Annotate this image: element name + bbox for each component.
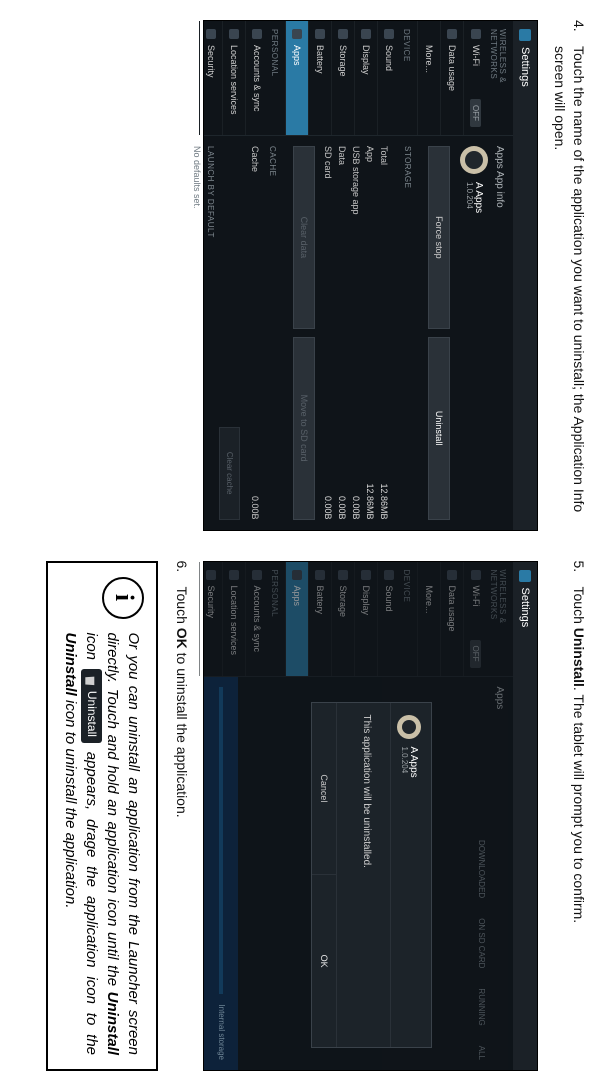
- uninstall-dialog: A Apps 1.0.204 This application will be …: [311, 702, 432, 1049]
- app-name: A Apps 1.0.204: [464, 182, 484, 213]
- tab-downloaded[interactable]: DOWNLOADED: [477, 840, 486, 898]
- sidebar-category: WIRELESS & NETWORKS: [487, 21, 513, 135]
- uninstall-button[interactable]: Uninstall: [428, 337, 450, 520]
- window-title-bar: Settings: [513, 562, 537, 1071]
- clear-data-button[interactable]: Clear data: [293, 146, 315, 329]
- battery-icon: [315, 570, 325, 580]
- location-icon: [229, 29, 239, 39]
- sidebar-item-wifi[interactable]: Wi-FiOFF: [463, 21, 487, 135]
- breadcrumb: Apps App info: [488, 146, 507, 520]
- step-5: 5. Touch Uninstall. The tablet will prom…: [569, 561, 588, 1072]
- data-icon: [447, 29, 457, 39]
- storage-icon: [338, 570, 348, 580]
- tab-running[interactable]: RUNNING: [477, 988, 486, 1025]
- sidebar-item-data-usage[interactable]: Data usage: [440, 21, 463, 135]
- wifi-icon: [471, 570, 481, 580]
- sound-icon: [384, 570, 394, 580]
- step-6-text: Touch OK to uninstall the application.: [172, 587, 191, 818]
- sidebar-item-accounts[interactable]: Accounts & sync: [245, 562, 268, 676]
- sidebar-item-data-usage[interactable]: Data usage: [440, 562, 463, 676]
- app-icon: [397, 715, 421, 739]
- sidebar-item-apps[interactable]: Apps: [285, 21, 308, 135]
- dialog-title: A Apps 1.0.204: [399, 747, 419, 778]
- storage-icon: [338, 29, 348, 39]
- trash-icon: [85, 675, 97, 687]
- sidebar-item-accounts[interactable]: Accounts & sync: [245, 21, 268, 135]
- sound-icon: [384, 29, 394, 39]
- settings-icon: [519, 29, 531, 41]
- sidebar-category: PERSONAL: [268, 21, 285, 135]
- sidebar-item-battery[interactable]: Battery: [308, 562, 331, 676]
- settings-icon: [519, 570, 531, 582]
- storage-footer: Internal storage: [204, 677, 238, 1071]
- dialog-message: This application will be uninstalled.: [337, 703, 390, 1048]
- sidebar-item-wifi[interactable]: Wi-FiOFF: [463, 562, 487, 676]
- sidebar-item-display[interactable]: Display: [354, 562, 377, 676]
- settings-sidebar: WIRELESS & NETWORKS Wi-FiOFF Data usage …: [204, 562, 513, 677]
- uninstall-chip: Uninstall: [81, 669, 102, 743]
- window-title-bar: Settings: [513, 21, 537, 530]
- step-6-number: 6.: [172, 561, 191, 577]
- sidebar-item-more[interactable]: More...: [417, 562, 440, 676]
- sidebar-item-storage[interactable]: Storage: [331, 21, 354, 135]
- dialog-cancel-button[interactable]: Cancel: [312, 703, 336, 876]
- step-5-text: Touch Uninstall. The tablet will prompt …: [569, 587, 588, 924]
- app-icon: [460, 146, 488, 174]
- settings-title: Settings: [519, 588, 531, 628]
- screenshot-app-info: Settings WIRELESS & NETWORKS Wi-FiOFF Da…: [203, 20, 538, 531]
- clear-cache-button[interactable]: Clear cache: [219, 427, 240, 520]
- battery-icon: [315, 29, 325, 39]
- tab-all[interactable]: ALL: [477, 1046, 486, 1060]
- apps-icon: [292, 29, 302, 39]
- data-icon: [447, 570, 457, 580]
- settings-sidebar: WIRELESS & NETWORKS Wi-FiOFF Data usage …: [204, 21, 513, 136]
- move-sd-button[interactable]: Move to SD card: [293, 337, 315, 520]
- sidebar-item-location[interactable]: Location services: [222, 21, 245, 135]
- step-4-number: 4.: [550, 20, 588, 36]
- sidebar-item-display[interactable]: Display: [354, 21, 377, 135]
- apps-icon: [292, 570, 302, 580]
- breadcrumb: Apps: [488, 687, 507, 1061]
- sync-icon: [252, 570, 262, 580]
- screenshot-confirm-uninstall: Settings WIRELESS & NETWORKS Wi-FiOFF Da…: [203, 561, 538, 1072]
- section-storage: STORAGE: [403, 146, 412, 520]
- sidebar-category: DEVICE: [400, 21, 417, 135]
- sidebar-item-battery[interactable]: Battery: [308, 21, 331, 135]
- section-launch: LAUNCH BY DEFAULT: [206, 146, 215, 520]
- info-callout: i Or you can uninstall an application fr…: [46, 561, 158, 1072]
- sidebar-item-location[interactable]: Location services: [222, 562, 245, 676]
- settings-title: Settings: [519, 47, 531, 87]
- apps-tabs: DOWNLOADED ON SD CARD RUNNING ALL: [471, 687, 488, 1061]
- wifi-icon: [471, 29, 481, 39]
- dialog-ok-button[interactable]: OK: [312, 875, 336, 1047]
- tab-on-sd[interactable]: ON SD CARD: [477, 918, 486, 968]
- sidebar-item-security[interactable]: Security: [199, 21, 222, 135]
- sidebar-item-sound[interactable]: Sound: [377, 562, 400, 676]
- force-stop-button[interactable]: Force stop: [428, 146, 450, 329]
- lock-icon: [206, 570, 216, 580]
- info-icon: i: [102, 577, 144, 619]
- step-6: 6. Touch OK to uninstall the application…: [172, 561, 191, 1072]
- sync-icon: [252, 29, 262, 39]
- display-icon: [361, 29, 371, 39]
- sidebar-item-sound[interactable]: Sound: [377, 21, 400, 135]
- step-4: 4. Touch the name of the application you…: [550, 20, 588, 531]
- sidebar-item-more[interactable]: More...: [417, 21, 440, 135]
- step-5-number: 5.: [569, 561, 588, 577]
- sidebar-item-apps[interactable]: Apps: [285, 562, 308, 676]
- section-cache: CACHE: [268, 146, 277, 520]
- sidebar-item-storage[interactable]: Storage: [331, 562, 354, 676]
- step-4-text: Touch the name of the application you wa…: [550, 46, 588, 531]
- callout-text: Or you can uninstall an application from…: [60, 633, 144, 1056]
- lock-icon: [206, 29, 216, 39]
- wifi-toggle[interactable]: OFF: [470, 99, 481, 127]
- location-icon: [229, 570, 239, 580]
- display-icon: [361, 570, 371, 580]
- sidebar-item-security[interactable]: Security: [199, 562, 222, 676]
